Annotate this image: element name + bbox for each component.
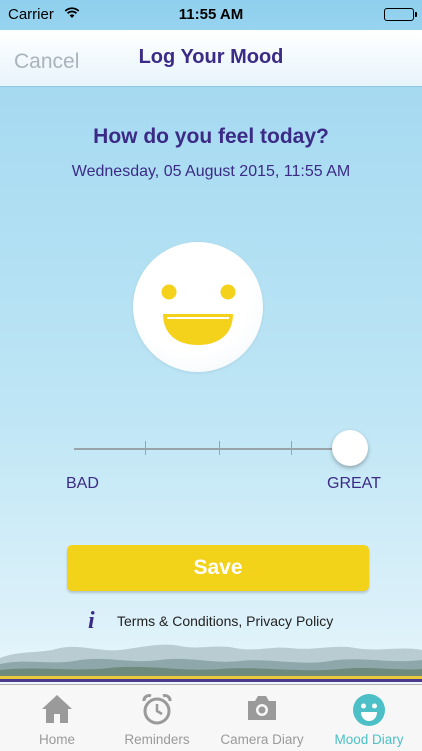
terms-privacy-link[interactable]: Terms & Conditions, Privacy Policy <box>117 613 333 629</box>
save-button-label: Save <box>193 556 243 579</box>
slider-track <box>74 448 354 450</box>
tab-bar: Home Reminders Camera Diary Mood Diary <box>0 684 422 751</box>
happy-face-icon <box>133 242 263 372</box>
page-title: Log Your Mood <box>138 46 284 68</box>
save-button[interactable]: Save <box>67 545 369 591</box>
slider-tick <box>145 441 146 455</box>
alarm-clock-icon <box>104 693 210 727</box>
tab-reminders[interactable]: Reminders <box>104 685 210 751</box>
tab-label: Mood Diary <box>334 732 404 747</box>
slider-tick <box>291 441 292 455</box>
mood-question: How do you feel today? <box>93 125 329 148</box>
tab-camera-diary[interactable]: Camera Diary <box>210 685 314 751</box>
slider-max-label: GREAT <box>327 475 381 492</box>
tab-label: Reminders <box>124 732 190 747</box>
nav-bar: Cancel Log Your Mood <box>0 30 422 87</box>
landscape-decoration <box>0 636 422 682</box>
tab-label: Camera Diary <box>220 732 304 747</box>
tab-home[interactable]: Home <box>0 685 114 751</box>
slider-min-label: BAD <box>66 475 99 492</box>
slider-tick <box>219 441 220 455</box>
tab-label: Home <box>38 732 75 747</box>
smiley-icon <box>316 693 422 727</box>
tab-mood-diary[interactable]: Mood Diary <box>316 685 422 751</box>
entry-datetime: Wednesday, 05 August 2015, 11:55 AM <box>71 163 351 180</box>
mood-slider[interactable] <box>74 430 368 470</box>
info-icon[interactable]: i <box>88 608 95 635</box>
slider-thumb[interactable] <box>332 430 368 466</box>
status-bar: Carrier 11:55 AM <box>0 0 422 30</box>
status-time: 11:55 AM <box>178 6 244 23</box>
camera-icon <box>210 693 314 727</box>
home-icon <box>0 693 114 727</box>
battery-icon <box>384 8 417 21</box>
